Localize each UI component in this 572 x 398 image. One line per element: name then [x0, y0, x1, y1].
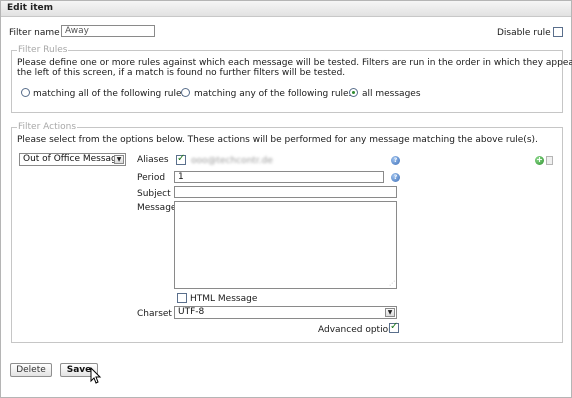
actions-description: Please select from the options below. Th… — [17, 135, 538, 145]
rules-description-line1: Please define one or more rules against … — [17, 58, 572, 68]
advanced-options-label: Advanced options — [318, 325, 399, 335]
charset-label: Charset — [137, 309, 172, 319]
dialog-title: Edit item — [7, 3, 53, 13]
filter-rules-legend: Filter Rules — [17, 45, 69, 55]
disable-rule-checkbox[interactable] — [553, 27, 563, 37]
help-icon[interactable]: ? — [391, 173, 400, 182]
message-label: Message — [137, 203, 177, 213]
subject-label: Subject — [137, 189, 171, 199]
radio-all-messages-label: all messages — [362, 89, 421, 99]
mouse-pointer-icon — [90, 367, 102, 384]
action-type-value: Out of Office Message — [23, 154, 123, 164]
filter-name-input[interactable]: Away — [61, 25, 155, 37]
radio-match-any[interactable] — [181, 88, 190, 97]
message-textarea[interactable]: ⋰ — [174, 201, 397, 289]
subject-input[interactable] — [174, 186, 397, 198]
filter-actions-legend: Filter Actions — [17, 122, 78, 132]
html-message-label: HTML Message — [190, 294, 258, 304]
delete-button[interactable]: Delete — [10, 363, 52, 377]
disable-rule-label: Disable rule — [497, 28, 551, 38]
html-message-checkbox[interactable] — [177, 293, 187, 303]
radio-match-all[interactable] — [21, 88, 30, 97]
alias-checkbox[interactable] — [176, 153, 186, 165]
action-type-select[interactable]: Out of Office Message ▼ — [19, 153, 126, 166]
radio-match-all-label: matching all of the following rules — [33, 89, 187, 99]
period-label: Period — [137, 173, 166, 183]
trash-icon[interactable] — [546, 156, 553, 165]
resize-grip-icon[interactable]: ⋰ — [389, 281, 395, 287]
radio-all-messages[interactable] — [349, 88, 358, 97]
chevron-down-icon: ▼ — [114, 155, 124, 164]
period-input[interactable]: 1 — [174, 171, 384, 183]
aliases-label: Aliases — [137, 155, 169, 165]
charset-value: UTF-8 — [178, 307, 205, 317]
dialog-titlebar: Edit item — [1, 1, 571, 17]
rules-description-line2: the left of this screen, if a match is f… — [17, 68, 346, 78]
alias-address: ooo@techcontr.de — [191, 156, 273, 166]
charset-select[interactable]: UTF-8 ▼ — [174, 306, 397, 319]
add-icon[interactable]: + — [535, 156, 544, 165]
edit-item-dialog: Edit item Filter name Away Disable rule … — [0, 0, 572, 398]
help-icon[interactable]: ? — [391, 156, 400, 165]
filter-name-label: Filter name — [9, 28, 60, 38]
advanced-options-checkbox[interactable] — [389, 321, 399, 333]
chevron-down-icon: ▼ — [385, 308, 395, 317]
radio-match-any-label: matching any of the following rules — [194, 89, 354, 99]
